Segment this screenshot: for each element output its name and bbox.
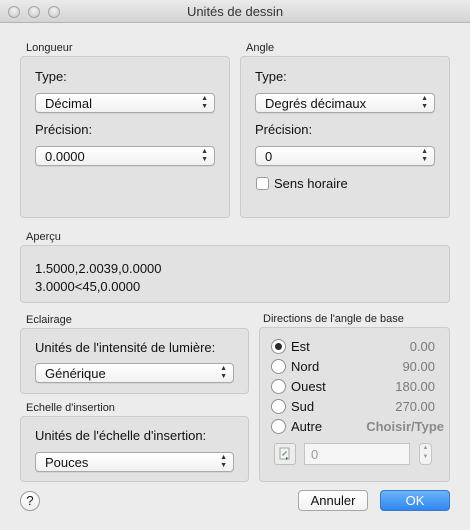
preview-group-label: Aperçu <box>26 231 61 243</box>
ok-button[interactable]: OK <box>380 490 450 511</box>
length-precision-label: Précision: <box>35 122 93 137</box>
help-button[interactable]: ? <box>20 491 40 511</box>
other-angle-input[interactable]: 0 <box>304 443 410 465</box>
intensity-units-value: Générique <box>45 366 106 381</box>
radio-selected-dot <box>275 343 282 350</box>
clockwise-label[interactable]: Sens horaire <box>274 176 348 191</box>
nord-angle-value: 90.00 <box>402 359 435 374</box>
preview-line-2: 3.0000<45,0.0000 <box>35 279 141 294</box>
angle-group-label: Angle <box>246 42 275 54</box>
length-precision-select[interactable]: 0.0000 ▲ ▼ <box>35 146 215 166</box>
angle-type-label: Type: <box>255 69 287 84</box>
angle-type-select[interactable]: Degrés décimaux ▲ ▼ <box>255 93 435 113</box>
radio-nord[interactable] <box>271 359 286 374</box>
directions-group-label: Directions de l'angle de base <box>263 313 404 325</box>
radio-autre-label[interactable]: Autre <box>291 419 322 434</box>
window-title: Unités de dessin <box>186 4 284 19</box>
radio-sud[interactable] <box>271 399 286 414</box>
updown-arrows-icon: ▲ ▼ <box>421 95 428 110</box>
length-type-select[interactable]: Décimal ▲ ▼ <box>35 93 215 113</box>
radio-autre[interactable] <box>271 419 286 434</box>
length-precision-value: 0.0000 <box>45 149 85 164</box>
directions-panel: Est 0.00 Nord 90.00 Ouest 180.00 Sud 270… <box>259 327 450 482</box>
preview-panel: 1.5000,2.0039,0.0000 3.0000<45,0.0000 <box>20 245 450 303</box>
updown-arrows-icon: ▲ ▼ <box>201 148 208 163</box>
pick-angle-button[interactable] <box>274 443 296 465</box>
updown-arrows-icon: ▲ ▼ <box>201 95 208 110</box>
cancel-button[interactable]: Annuler <box>298 490 368 511</box>
radio-ouest[interactable] <box>271 379 286 394</box>
other-angle-stepper[interactable]: ▲ ▼ <box>419 443 432 465</box>
est-angle-value: 0.00 <box>409 339 435 354</box>
radio-ouest-label[interactable]: Ouest <box>291 379 326 394</box>
length-type-value: Décimal <box>45 96 92 111</box>
preview-line-1: 1.5000,2.0039,0.0000 <box>35 261 162 276</box>
angle-type-value: Degrés décimaux <box>265 96 367 111</box>
updown-arrows-icon: ▲ ▼ <box>220 454 227 469</box>
radio-sud-label[interactable]: Sud <box>291 399 314 414</box>
length-group-label: Longueur <box>26 42 73 54</box>
insertion-scale-select[interactable]: Pouces ▲ ▼ <box>35 452 234 472</box>
length-panel: Type: Décimal ▲ ▼ Précision: 0.0000 ▲ ▼ <box>20 56 230 218</box>
ouest-angle-value: 180.00 <box>395 379 435 394</box>
clockwise-checkbox[interactable] <box>256 177 269 190</box>
insertion-scale-value: Pouces <box>45 455 89 470</box>
updown-arrows-icon: ▲ ▼ <box>421 148 428 163</box>
length-type-label: Type: <box>35 69 67 84</box>
radio-est[interactable] <box>271 339 286 354</box>
pick-point-icon <box>279 447 290 460</box>
angle-precision-value: 0 <box>265 149 273 164</box>
insertion-scale-label: Unités de l'échelle d'insertion: <box>35 428 207 443</box>
intensity-units-label: Unités de l'intensité de lumière: <box>35 340 216 355</box>
lighting-group-label: Eclairage <box>26 314 72 326</box>
title-bar: Unités de dessin <box>0 0 470 23</box>
intensity-units-select[interactable]: Générique ▲ ▼ <box>35 363 234 383</box>
pick-type-label: Choisir/Type <box>366 419 444 434</box>
updown-arrows-icon: ▲ ▼ <box>220 365 227 380</box>
angle-precision-label: Précision: <box>255 122 313 137</box>
angle-precision-select[interactable]: 0 ▲ ▼ <box>255 146 435 166</box>
other-angle-value: 0 <box>311 447 319 462</box>
lighting-panel: Unités de l'intensité de lumière: Généri… <box>20 328 249 394</box>
sud-angle-value: 270.00 <box>395 399 435 414</box>
insertion-panel: Unités de l'échelle d'insertion: Pouces … <box>20 416 249 482</box>
angle-panel: Type: Degrés décimaux ▲ ▼ Précision: 0 ▲ ▼… <box>240 56 450 218</box>
insertion-group-label: Echelle d'insertion <box>26 402 115 414</box>
radio-nord-label[interactable]: Nord <box>291 359 319 374</box>
radio-est-label[interactable]: Est <box>291 339 310 354</box>
